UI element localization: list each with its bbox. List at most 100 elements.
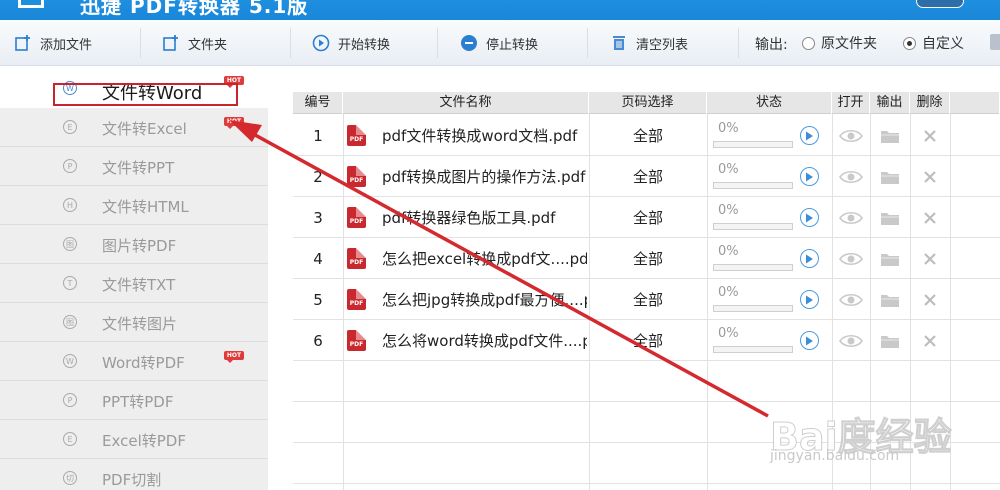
open-output-folder-button[interactable] — [877, 207, 903, 229]
table-row[interactable]: 3 PDF pdf转换器绿色版工具.pdf 全部 0% — [293, 197, 1000, 238]
progress-text: 0% — [718, 326, 739, 341]
column-header-filename[interactable]: 文件名称 — [343, 92, 589, 114]
start-convert-button[interactable]: 开始转换 — [312, 32, 390, 54]
open-file-button[interactable] — [838, 330, 864, 352]
sidebar-item-ppt-to-pdf[interactable]: P PPT转PDF — [0, 381, 268, 420]
page-selection-cell[interactable]: 全部 — [589, 320, 707, 361]
sidebar-item-image-to-pdf[interactable]: 图 图片转PDF — [0, 225, 268, 264]
file-name: pdf转换器绿色版工具.pdf — [382, 209, 556, 227]
delete-row-button[interactable] — [917, 330, 943, 352]
open-output-folder-button[interactable] — [877, 289, 903, 311]
title-bar: 迅捷 PDF转换器 5.1版 — [0, 0, 1000, 20]
row-number-text: 2 — [313, 167, 323, 186]
sidebar-item-pdf-split[interactable]: 切 PDF切割 — [0, 459, 268, 490]
table-row[interactable]: 1 PDF pdf文件转换成word文档.pdf 全部 0% — [293, 115, 1000, 156]
open-file-button[interactable] — [838, 166, 864, 188]
sidebar-item-label: 文件转PPT — [102, 159, 175, 177]
stop-convert-button[interactable]: 停止转换 — [460, 32, 538, 54]
page-selection: 全部 — [632, 291, 663, 309]
excel-icon: E — [63, 432, 77, 446]
app-title: 迅捷 PDF转换器 5.1版 — [80, 0, 309, 18]
table-row[interactable]: 6 PDF 怎么将word转换成pdf文件....p 全部 0% — [293, 320, 1000, 361]
column-header-delete[interactable]: 删除 — [910, 92, 950, 114]
highlight-box — [53, 83, 238, 106]
column-header-output[interactable]: 输出 — [870, 92, 910, 114]
add-file-button[interactable]: 添加文件 — [14, 32, 92, 54]
progress: 0% — [713, 242, 795, 276]
toolbar-divider — [290, 28, 291, 58]
open-file-button[interactable] — [838, 289, 864, 311]
page-selection-cell[interactable]: 全部 — [589, 197, 707, 238]
start-row-button[interactable] — [800, 208, 819, 227]
play-icon — [312, 34, 330, 52]
window-control-button[interactable] — [916, 0, 964, 8]
hot-badge: HOT — [224, 117, 244, 129]
sidebar-item-excel-to-pdf[interactable]: E Excel转PDF — [0, 420, 268, 459]
page-selection-cell[interactable]: 全部 — [589, 238, 707, 279]
page-selection-cell[interactable]: 全部 — [589, 279, 707, 320]
open-output-folder-button[interactable] — [877, 166, 903, 188]
column-header-number[interactable]: 编号 — [293, 92, 343, 114]
play-icon — [806, 172, 813, 181]
page-selection-cell[interactable]: 全部 — [589, 115, 707, 156]
column-header-pages[interactable]: 页码选择 — [589, 92, 707, 114]
table-header: 编号 文件名称 页码选择 状态 打开 输出 删除 — [293, 92, 1000, 114]
open-file-button[interactable] — [838, 207, 864, 229]
start-row-button[interactable] — [800, 249, 819, 268]
pdf-badge-text: PDF — [349, 341, 364, 348]
add-folder-button[interactable]: 文件夹 — [162, 32, 227, 54]
delete-row-button[interactable] — [917, 207, 943, 229]
table-row[interactable]: 4 PDF 怎么把excel转换成pdf文....pdf 全部 0% — [293, 238, 1000, 279]
open-output-folder-button[interactable] — [877, 330, 903, 352]
output-original-folder-radio[interactable]: 原文件夹 — [802, 33, 877, 53]
start-row-button[interactable] — [800, 167, 819, 186]
menu-icon[interactable] — [18, 0, 44, 8]
open-file-button[interactable] — [838, 248, 864, 270]
sidebar-item-file-to-txt[interactable]: T 文件转TXT — [0, 264, 268, 303]
output-custom-radio[interactable]: 自定义 — [903, 33, 964, 53]
clear-list-button[interactable]: 清空列表 — [610, 32, 688, 54]
page-selection-cell[interactable]: 全部 — [589, 156, 707, 197]
column-header-open[interactable]: 打开 — [832, 92, 870, 114]
open-file-button[interactable] — [838, 125, 864, 147]
page-selection: 全部 — [632, 168, 663, 186]
delete-row-button[interactable] — [917, 125, 943, 147]
progress: 0% — [713, 160, 795, 194]
table-row[interactable]: 2 PDF pdf转换成图片的操作方法.pdf 全部 0% — [293, 156, 1000, 197]
progress-text: 0% — [718, 285, 739, 300]
sidebar-item-file-to-excel[interactable]: E 文件转Excel HOT — [0, 108, 268, 147]
sidebar-item-label: 文件转Excel — [102, 120, 187, 138]
empty-row — [293, 402, 1000, 443]
start-convert-label: 开始转换 — [338, 37, 391, 53]
table-row[interactable]: 5 PDF 怎么把jpg转换成pdf最方便....p 全部 0% — [293, 279, 1000, 320]
sidebar-item-file-to-ppt[interactable]: P 文件转PPT — [0, 147, 268, 186]
txt-icon: T — [63, 276, 77, 290]
sidebar-item-file-to-image[interactable]: 图 文件转图片 — [0, 303, 268, 342]
column-header-status[interactable]: 状态 — [707, 92, 832, 114]
sidebar-item-label: 图片转PDF — [102, 237, 177, 255]
toolbar-divider — [738, 28, 739, 58]
radio-label: 自定义 — [922, 36, 964, 52]
sidebar-item-file-to-html[interactable]: H 文件转HTML — [0, 186, 268, 225]
delete-row-button[interactable] — [917, 248, 943, 270]
delete-row-button[interactable] — [917, 289, 943, 311]
play-icon — [806, 254, 813, 263]
delete-row-button[interactable] — [917, 166, 943, 188]
start-row-button[interactable] — [800, 126, 819, 145]
open-output-folder-button[interactable] — [877, 248, 903, 270]
play-icon — [806, 213, 813, 222]
file-name: 怎么把jpg转换成pdf最方便....p — [382, 291, 587, 309]
folder-icon — [881, 336, 899, 348]
start-row-button[interactable] — [800, 290, 819, 309]
progress-text: 0% — [718, 244, 739, 259]
pdf-badge-text: PDF — [349, 177, 364, 184]
open-output-folder-button[interactable] — [877, 125, 903, 147]
empty-row — [293, 361, 1000, 402]
file-name: pdf文件转换成word文档.pdf — [382, 127, 578, 145]
file-name: pdf转换成图片的操作方法.pdf — [382, 168, 586, 186]
browse-folder-icon[interactable] — [990, 34, 1000, 50]
folder-icon — [881, 131, 899, 143]
page-selection: 全部 — [632, 127, 663, 145]
sidebar-item-word-to-pdf[interactable]: W Word转PDF HOT — [0, 342, 268, 381]
start-row-button[interactable] — [800, 331, 819, 350]
